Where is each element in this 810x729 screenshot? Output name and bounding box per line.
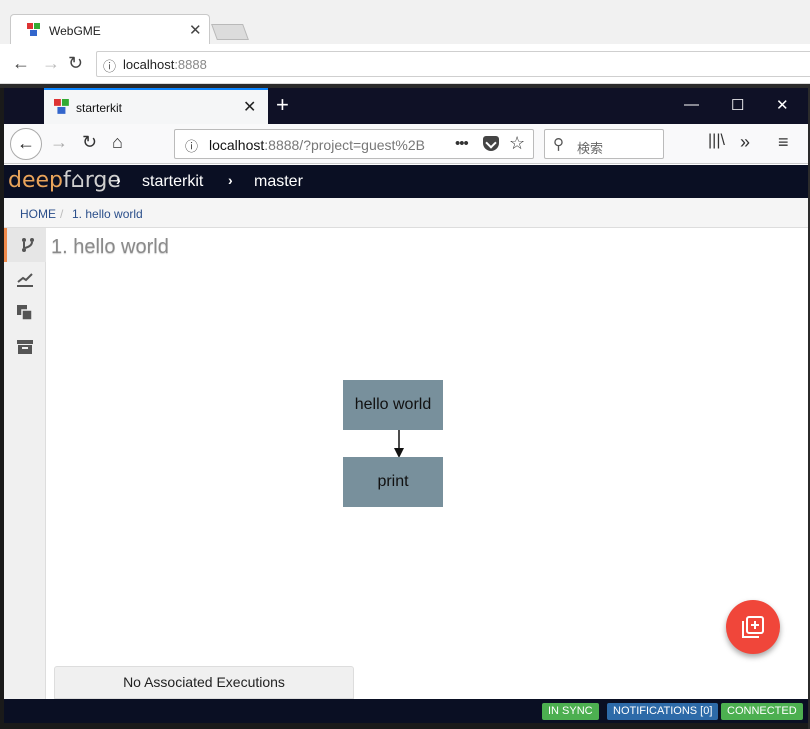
- outer-tab-close-icon[interactable]: ✕: [189, 21, 202, 39]
- back-arrow-icon: ←: [17, 133, 35, 153]
- maximize-icon[interactable]: ☐: [731, 96, 744, 114]
- library-icon[interactable]: |||\: [708, 132, 725, 150]
- address-bar[interactable]: ⓘ localhost:8888/?project=guest%2B ••• ☆: [174, 129, 534, 159]
- overflow-chevron-icon[interactable]: »: [740, 132, 750, 153]
- fork-icon: [22, 238, 34, 252]
- breadcrumb-current[interactable]: 1. hello world: [72, 207, 143, 221]
- outer-back-icon[interactable]: ←: [12, 53, 30, 74]
- firefox-toolbar: ← → ↻ ⌂ ⓘ localhost:8888/?project=guest%…: [4, 124, 808, 164]
- webgme-favicon-icon: [54, 99, 70, 120]
- connection-status-badge[interactable]: CONNECTED: [721, 703, 803, 720]
- operation-node-print[interactable]: print: [343, 457, 443, 507]
- status-footer: IN SYNC NOTIFICATIONS [0] CONNECTED: [4, 699, 808, 723]
- sidebar-item-executions[interactable]: [4, 262, 46, 296]
- sidebar-item-resources[interactable]: [4, 296, 46, 330]
- operation-node-hello-world[interactable]: hello world: [343, 380, 443, 430]
- firefox-tab-bar: starterkit ✕ + — ☐ ✕: [4, 88, 808, 124]
- page-title: 1. hello world: [51, 236, 169, 258]
- search-placeholder: 検索: [577, 141, 604, 156]
- project-selector[interactable]: starterkit: [142, 173, 203, 191]
- forward-icon[interactable]: →: [50, 132, 68, 153]
- add-to-queue-icon: [742, 616, 764, 638]
- outer-info-icon: ⓘ: [103, 59, 117, 74]
- back-button[interactable]: ←: [10, 128, 42, 160]
- reload-icon[interactable]: ↻: [82, 132, 97, 153]
- sidebar-item-artifacts[interactable]: [4, 330, 46, 364]
- page-actions-more-icon[interactable]: •••: [455, 135, 469, 152]
- outer-forward-icon[interactable]: →: [42, 53, 60, 74]
- line-chart-icon: [17, 273, 33, 287]
- executions-panel[interactable]: No Associated Executions: [54, 666, 354, 699]
- site-info-icon[interactable]: ⓘ: [185, 136, 198, 155]
- outer-new-tab-button[interactable]: [211, 24, 249, 40]
- tab-close-icon[interactable]: ✕: [243, 97, 256, 117]
- connection-arrow[interactable]: [394, 430, 404, 458]
- breadcrumb: HOME / 1. hello world: [4, 198, 808, 228]
- notifications-badge[interactable]: NOTIFICATIONS [0]: [607, 703, 719, 720]
- menu-hamburger-icon[interactable]: ≡: [778, 132, 789, 153]
- firefox-window: starterkit ✕ + — ☐ ✕ ← → ↻ ⌂ ⓘ localhost…: [4, 88, 808, 729]
- chevron-right-icon: ›: [228, 172, 233, 188]
- breadcrumb-separator: /: [60, 207, 64, 221]
- webgme-favicon-icon: [27, 23, 41, 42]
- add-operation-fab-button[interactable]: [726, 600, 780, 654]
- sidebar: [4, 228, 46, 699]
- sync-status-badge[interactable]: IN SYNC: [542, 703, 599, 720]
- background-terminal-strip: [4, 723, 808, 729]
- url-text: localhost:8888/?project=guest%2B: [209, 137, 425, 153]
- archive-icon: [17, 340, 33, 354]
- bookmark-star-icon[interactable]: ☆: [509, 133, 525, 154]
- outer-tab-bar: WebGME ✕: [0, 0, 810, 44]
- branch-selector[interactable]: master: [254, 173, 303, 191]
- deepforge-logo[interactable]: deepf⌂rge: [8, 168, 121, 193]
- search-box[interactable]: ⚲ 検索: [544, 129, 664, 159]
- outer-address-bar[interactable]: ⓘ localhost:8888: [96, 51, 810, 77]
- clone-icon: [17, 305, 33, 321]
- search-icon: ⚲: [553, 136, 564, 153]
- tab-starterkit[interactable]: starterkit ✕: [44, 88, 268, 124]
- outer-url-text: localhost:8888: [123, 57, 207, 72]
- chevron-right-icon: ›: [116, 172, 121, 188]
- app-header: deepf⌂rge › starterkit › master: [4, 165, 808, 198]
- outer-reload-icon[interactable]: ↻: [68, 53, 83, 74]
- outer-toolbar: ← → ↻ ⓘ localhost:8888: [0, 44, 810, 84]
- outer-tab-title: WebGME: [49, 24, 101, 38]
- new-tab-icon[interactable]: +: [276, 92, 289, 118]
- window-close-icon[interactable]: ✕: [776, 96, 789, 114]
- breadcrumb-home[interactable]: HOME: [20, 207, 56, 221]
- home-icon[interactable]: ⌂: [112, 132, 123, 153]
- sidebar-item-pipelines[interactable]: [4, 228, 46, 262]
- tab-title: starterkit: [76, 101, 123, 115]
- minimize-icon[interactable]: —: [684, 96, 699, 113]
- pocket-icon[interactable]: [483, 136, 499, 151]
- main-canvas[interactable]: 1. hello world hello world print No Asso…: [46, 228, 808, 699]
- outer-tab-webgme[interactable]: WebGME ✕: [10, 14, 210, 44]
